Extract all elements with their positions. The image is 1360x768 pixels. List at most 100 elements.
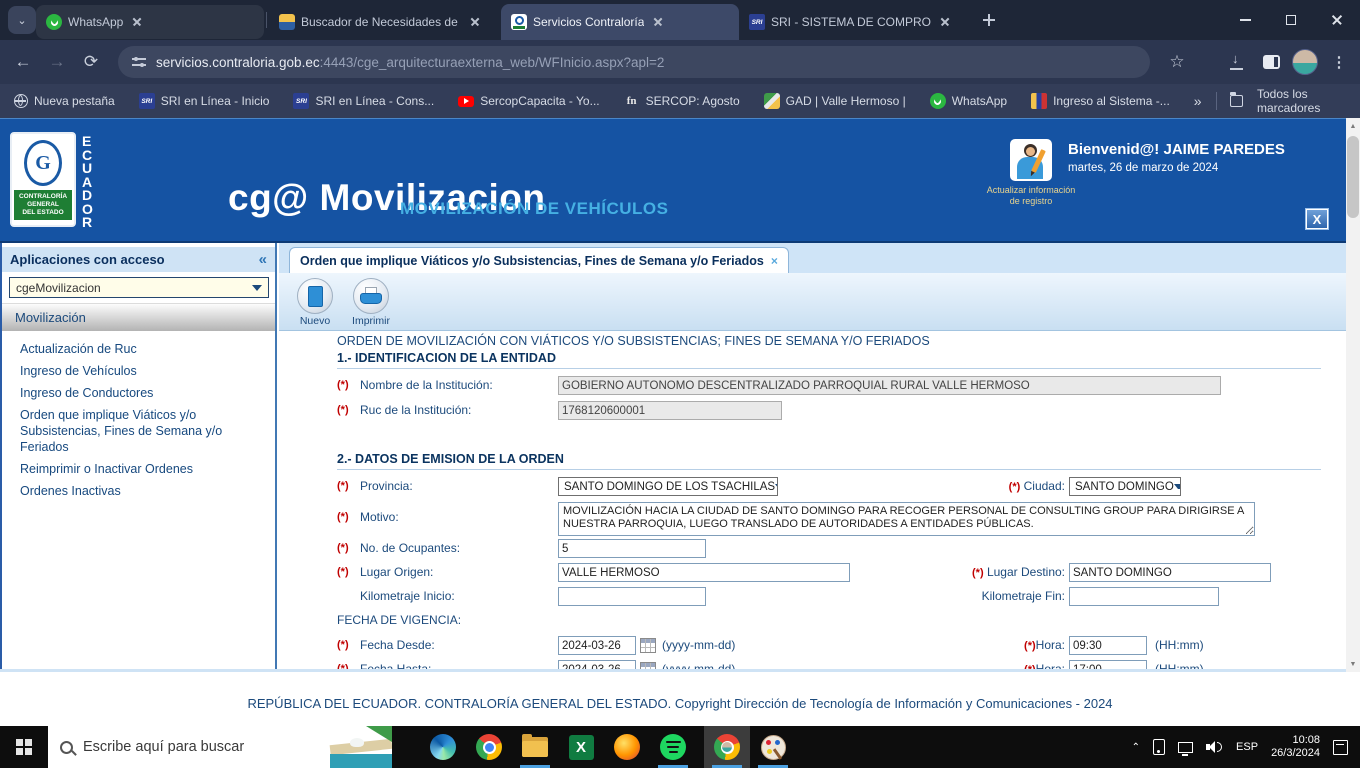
taskbar-firefox[interactable] — [604, 726, 650, 768]
fecha-desde-input[interactable] — [558, 636, 636, 655]
institucion-input[interactable] — [558, 376, 1221, 395]
tab-search-button[interactable]: ⌄ — [8, 6, 36, 34]
document-tab-strip: Orden que implique Viáticos y/o Subsiste… — [279, 243, 1346, 273]
web-page: G CONTRALORÍA GENERAL DEL ESTADO ECUADOR… — [0, 118, 1360, 726]
taskbar-excel[interactable]: X — [558, 726, 604, 768]
document-tab-close[interactable]: × — [771, 254, 778, 268]
taskbar-search[interactable]: Escribe aquí para buscar — [48, 726, 392, 768]
ocupantes-input[interactable] — [558, 539, 706, 558]
action-center-button[interactable] — [1333, 739, 1348, 755]
fecha-hasta-input[interactable] — [558, 660, 636, 669]
origen-input[interactable] — [558, 563, 850, 582]
address-bar[interactable]: servicios.contraloria.gob.ec:4443/cge_ar… — [118, 46, 1150, 78]
browser-tab-whatsapp[interactable]: WhatsApp — [36, 5, 264, 39]
provincia-select[interactable]: SANTO DOMINGO DE LOS TSACHILAS — [558, 477, 778, 496]
side-panel-button[interactable] — [1254, 45, 1288, 79]
browser-tab-sri[interactable]: SRI SRI - SISTEMA DE COMPROBAN — [739, 5, 969, 39]
search-highlight-image[interactable] — [329, 726, 392, 768]
site-info-icon[interactable] — [132, 56, 146, 68]
bookmark-nueva-pestana[interactable]: Nueva pestaña — [14, 94, 115, 108]
km-fin-input[interactable] — [1069, 587, 1219, 606]
km-inicio-input[interactable] — [558, 587, 706, 606]
ruc-label: Ruc de la Institución: — [360, 403, 472, 417]
device-tray-icon[interactable] — [1153, 739, 1166, 755]
scroll-up-arrow[interactable]: ▲ — [1346, 118, 1360, 134]
logo-line: CONTRALORÍA — [18, 193, 68, 200]
tab-close-icon[interactable] — [467, 14, 483, 30]
forward-button[interactable]: → — [40, 45, 74, 79]
required-marker: (*) — [337, 480, 349, 492]
bookmark-sri-consultas[interactable]: SRI SRI en Línea - Cons... — [293, 93, 434, 109]
bookmark-gad-valle-hermoso[interactable]: GAD | Valle Hermoso | — [763, 93, 906, 109]
browser-tab-buscador[interactable]: Buscador de Necesidades de Co — [269, 5, 501, 39]
scroll-down-arrow[interactable]: ▼ — [1346, 656, 1360, 672]
document-tab[interactable]: Orden que implique Viáticos y/o Subsiste… — [289, 247, 789, 273]
ciudad-select[interactable]: SANTO DOMINGO — [1069, 477, 1181, 496]
vigencia-label: FECHA DE VIGENCIA: — [337, 613, 462, 627]
application-select[interactable]: cgeMovilizacion — [9, 277, 269, 298]
downloads-button[interactable]: ↓ — [1220, 45, 1254, 79]
page-scrollbar[interactable]: ▲ ▼ — [1346, 118, 1360, 672]
tab-close-icon[interactable] — [129, 14, 145, 30]
bookmark-sercopcapacita[interactable]: SercopCapacita - Yo... — [458, 94, 600, 108]
all-bookmarks-button[interactable]: Todos los marcadores — [1257, 87, 1346, 115]
divider — [337, 368, 1321, 369]
sidebar-item-actualizacion-ruc[interactable]: Actualización de Ruc — [20, 338, 270, 360]
profile-button[interactable] — [1288, 45, 1322, 79]
sidebar-item-reimprimir-inactivar[interactable]: Reimprimir o Inactivar Ordenes — [20, 458, 270, 480]
bookmark-sercop-agosto[interactable]: fn SERCOP: Agosto — [624, 93, 740, 109]
new-tab-button[interactable] — [975, 6, 1003, 34]
fecha-format-hint: (yyyy-mm-dd) — [662, 662, 736, 669]
update-registry-button[interactable] — [1010, 139, 1052, 181]
hidden-icons-button[interactable]: ⌃ — [1132, 742, 1140, 753]
collapse-sidebar-button[interactable]: « — [259, 251, 267, 268]
sidebar-group-movilizacion[interactable]: Movilización — [2, 303, 275, 331]
bookmark-ingreso-sistema[interactable]: Ingreso al Sistema -... — [1031, 93, 1170, 109]
taskbar-edge[interactable] — [420, 726, 466, 768]
start-button[interactable] — [0, 726, 48, 768]
bookmark-sri-inicio[interactable]: SRI SRI en Línea - Inicio — [138, 93, 269, 109]
calendar-icon[interactable] — [640, 638, 656, 653]
minimize-button[interactable] — [1222, 0, 1268, 40]
new-button[interactable]: Nuevo — [289, 278, 341, 327]
ruc-input[interactable] — [558, 401, 782, 420]
calendar-icon[interactable] — [640, 662, 656, 669]
print-button[interactable]: Imprimir — [345, 278, 397, 327]
destino-input[interactable] — [1069, 563, 1271, 582]
required-marker: (*) — [337, 542, 349, 554]
reload-button[interactable]: ⟳ — [74, 45, 108, 79]
bookmarks-overflow-button[interactable]: » — [1194, 93, 1202, 109]
sidebar-item-ingreso-vehiculos[interactable]: Ingreso de Vehículos — [20, 360, 270, 382]
hora-hasta-input[interactable] — [1069, 660, 1147, 669]
bookmark-star-button[interactable]: ☆ — [1160, 45, 1194, 79]
volume-icon[interactable] — [1206, 740, 1223, 754]
divider — [337, 469, 1321, 470]
taskbar-file-explorer[interactable] — [512, 726, 558, 768]
motivo-textarea[interactable]: MOVILIZACIÓN HACIA LA CIUDAD DE SANTO DO… — [558, 502, 1255, 536]
taskbar-clock[interactable]: 10:08 26/3/2024 — [1271, 734, 1320, 760]
logout-close-button[interactable]: X — [1306, 209, 1328, 229]
taskbar-chrome[interactable] — [466, 726, 512, 768]
bookmarks-bar: Nueva pestaña SRI SRI en Línea - Inicio S… — [0, 84, 1360, 118]
required-marker: (*) — [337, 379, 349, 391]
maximize-button[interactable] — [1268, 0, 1314, 40]
sidebar-item-ordenes-inactivas[interactable]: Ordenes Inactivas — [20, 480, 270, 502]
back-button[interactable]: ← — [6, 45, 40, 79]
network-icon[interactable] — [1178, 741, 1194, 756]
tab-close-icon[interactable] — [937, 14, 953, 30]
browser-menu-button[interactable]: ⋮ — [1322, 45, 1356, 79]
sidebar-item-ingreso-conductores[interactable]: Ingreso de Conductores — [20, 382, 270, 404]
hora-desde-input[interactable] — [1069, 636, 1147, 655]
form-title: ORDEN DE MOVILIZACIÓN CON VIÁTICOS Y/O S… — [337, 334, 930, 348]
language-indicator[interactable]: ESP — [1236, 741, 1258, 753]
close-button[interactable] — [1314, 0, 1360, 40]
side-panel-icon — [1262, 55, 1280, 69]
bookmark-whatsapp[interactable]: WhatsApp — [929, 93, 1007, 109]
taskbar-chrome-profile-active[interactable] — [704, 726, 750, 768]
taskbar-spotify[interactable] — [650, 726, 696, 768]
tab-close-icon[interactable] — [650, 14, 666, 30]
taskbar-paint[interactable] — [750, 726, 796, 768]
sidebar-item-orden-viaticos[interactable]: Orden que implique Viáticos y/o Subsiste… — [20, 404, 270, 458]
browser-tab-servicios-contraloria[interactable]: Servicios Contraloría — [501, 4, 739, 40]
scrollbar-thumb[interactable] — [1347, 136, 1359, 218]
